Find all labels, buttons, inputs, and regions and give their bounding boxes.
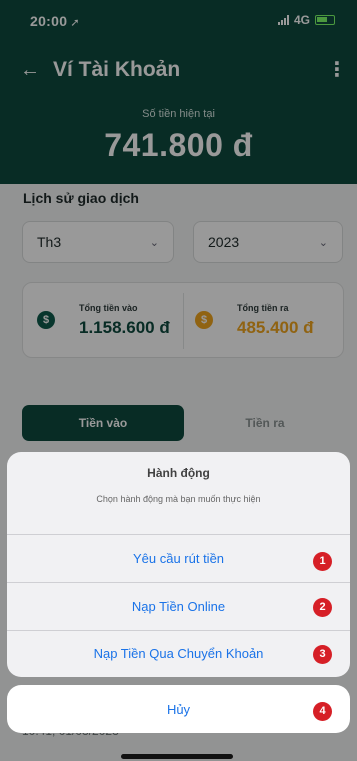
action-sheet-title: Hành động: [147, 466, 210, 480]
cancel-button[interactable]: Hủy: [7, 685, 350, 733]
step-badge-2: 2: [313, 598, 332, 617]
step-badge-1: 1: [313, 552, 332, 571]
withdraw-request-label: Yêu cầu rút tiền: [132, 551, 225, 566]
step-badge-4: 4: [313, 702, 332, 721]
bank-transfer-topup-label: Nạp Tiền Qua Chuyển Khoản: [93, 646, 264, 661]
action-sheet: Hành động Chọn hành động mà bạn muốn thự…: [7, 452, 350, 677]
online-topup-label: Nạp Tiền Online: [131, 599, 226, 614]
action-sheet-message: Chọn hành động mà bạn muốn thực hiện: [96, 494, 261, 504]
home-indicator: [121, 754, 233, 759]
withdraw-request-button[interactable]: Yêu cầu rút tiền: [7, 535, 350, 582]
app-screen: 20:00 ➚ 4G ← Ví Tài Khoản ⋮ Số tiền hiện …: [0, 0, 357, 761]
cancel-label: Hủy: [166, 701, 191, 717]
online-topup-button[interactable]: Nạp Tiền Online: [7, 583, 350, 630]
step-badge-3: 3: [313, 645, 332, 664]
bank-transfer-topup-button[interactable]: Nạp Tiền Qua Chuyển Khoản: [7, 630, 350, 677]
